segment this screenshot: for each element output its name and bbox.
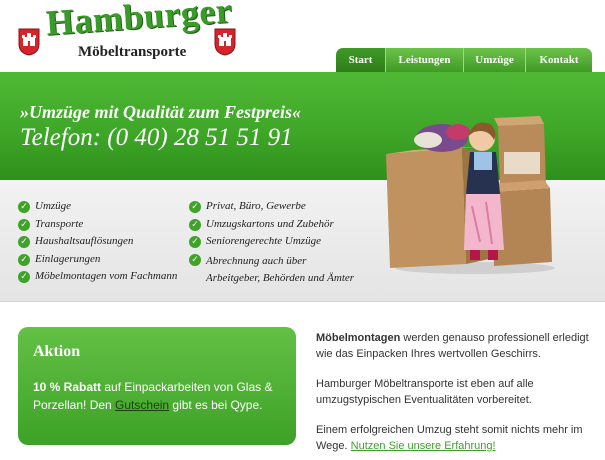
check-circle-icon: ✓: [18, 236, 30, 248]
services-list: ✓ Umzüge ✓ Transporte ✓ Haushaltsauflösunge…: [18, 200, 177, 288]
nav-umzuege[interactable]: Umzüge: [464, 48, 526, 72]
logo-title[interactable]: Hamburger: [45, 0, 234, 44]
paragraph: Hamburger Möbeltransporte ist eben auf a…: [316, 378, 534, 406]
check-circle-icon: ✓: [189, 236, 201, 248]
tagline: »Umzüge mit Qualität zum Festpreis«: [20, 102, 302, 122]
paragraph: Einem erfolgreichen Umzug steht somit ni…: [316, 424, 583, 452]
check-circle-icon: ✓: [189, 253, 201, 266]
check-circle-icon: ✓: [18, 201, 30, 213]
moving-boxes-photo: [386, 116, 555, 274]
benefits-list: ✓ Privat, Büro, Gewerbe ✓ Umzugskartons un…: [189, 200, 354, 287]
list-item: ✓ Umzugskartons und Zubehör: [189, 218, 354, 236]
check-circle-icon: ✓: [189, 201, 201, 213]
list-item: ✓ Seniorengerechte Umzüge: [189, 235, 354, 253]
nav-leistungen[interactable]: Leistungen: [386, 48, 464, 72]
list-item: ✓ Umzüge: [18, 200, 177, 218]
nav-kontakt[interactable]: Kontakt: [526, 48, 592, 72]
list-item: ✓ Möbelmontagen vom Fachmann: [18, 270, 177, 288]
list-item: ✓ Einlagerungen: [18, 253, 177, 271]
main-content: Möbelmontagen werden genauso professione…: [316, 330, 598, 460]
list-item: ✓ Abrechnung auch über Arbeitgeber, Behörd…: [189, 253, 354, 287]
promo-discount: 10 % Rabatt: [33, 380, 102, 394]
check-circle-icon: ✓: [18, 253, 30, 266]
check-circle-icon: ✓: [18, 271, 30, 283]
header: Hamburger Möbeltransporte Start Leistung…: [0, 0, 605, 72]
list-item: ✓ Haushaltsauflösungen: [18, 235, 177, 253]
hamburg-crest-icon: [18, 28, 40, 56]
nav-start[interactable]: Start: [336, 48, 386, 72]
promo-title: Aktion: [33, 343, 81, 360]
hamburg-crest-icon: [214, 28, 236, 56]
list-item: ✓ Privat, Büro, Gewerbe: [189, 200, 354, 218]
main-nav: Start Leistungen Umzüge Kontakt: [336, 48, 592, 72]
check-circle-icon: ✓: [18, 218, 30, 231]
paragraph: Möbelmontagen werden genauso professione…: [316, 332, 589, 360]
check-circle-icon: ✓: [189, 218, 201, 231]
list-item: ✓ Transporte: [18, 218, 177, 236]
phone-number: Telefon: (0 40) 28 51 51 91: [20, 124, 293, 151]
experience-link[interactable]: Nutzen Sie unsere Erfahrung!: [351, 440, 496, 452]
voucher-link[interactable]: Gutschein: [115, 398, 169, 412]
promo-box: Aktion 10 % Rabatt auf Einpackarbeiten v…: [18, 327, 296, 445]
logo-subtitle: Möbeltransporte: [78, 44, 187, 60]
promo-text: 10 % Rabatt auf Einpackarbeiten von Glas…: [33, 380, 273, 412]
